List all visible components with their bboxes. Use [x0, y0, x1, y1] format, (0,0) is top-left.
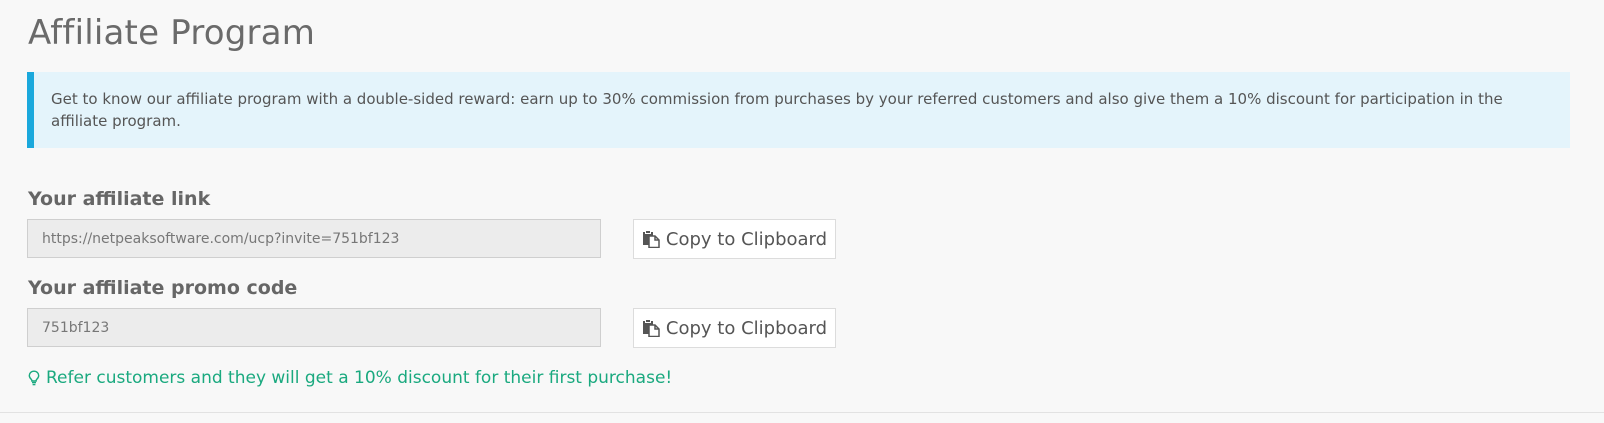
clipboard-icon [642, 319, 660, 338]
promo-code-label: Your affiliate promo code [28, 277, 298, 299]
promo-code-field[interactable] [27, 308, 601, 347]
copy-link-button-label: Copy to Clipboard [665, 228, 828, 250]
copy-promo-code-button[interactable]: Copy to Clipboard [633, 308, 836, 348]
discount-tip: Refer customers and they will get a 10% … [28, 368, 672, 388]
affiliate-link-label: Your affiliate link [28, 188, 211, 210]
copy-link-button[interactable]: Copy to Clipboard [633, 219, 836, 259]
info-banner: Get to know our affiliate program with a… [27, 72, 1570, 148]
page-title: Affiliate Program [28, 13, 316, 53]
copy-promo-code-button-label: Copy to Clipboard [665, 317, 828, 339]
discount-tip-text: Refer customers and they will get a 10% … [46, 368, 673, 388]
bottom-divider [0, 412, 1604, 413]
affiliate-link-field[interactable] [27, 219, 601, 258]
lightbulb-icon [28, 370, 40, 386]
affiliate-program-page: Affiliate Program Get to know our affili… [0, 0, 1604, 423]
clipboard-icon [642, 230, 660, 249]
info-banner-text: Get to know our affiliate program with a… [51, 90, 1503, 130]
